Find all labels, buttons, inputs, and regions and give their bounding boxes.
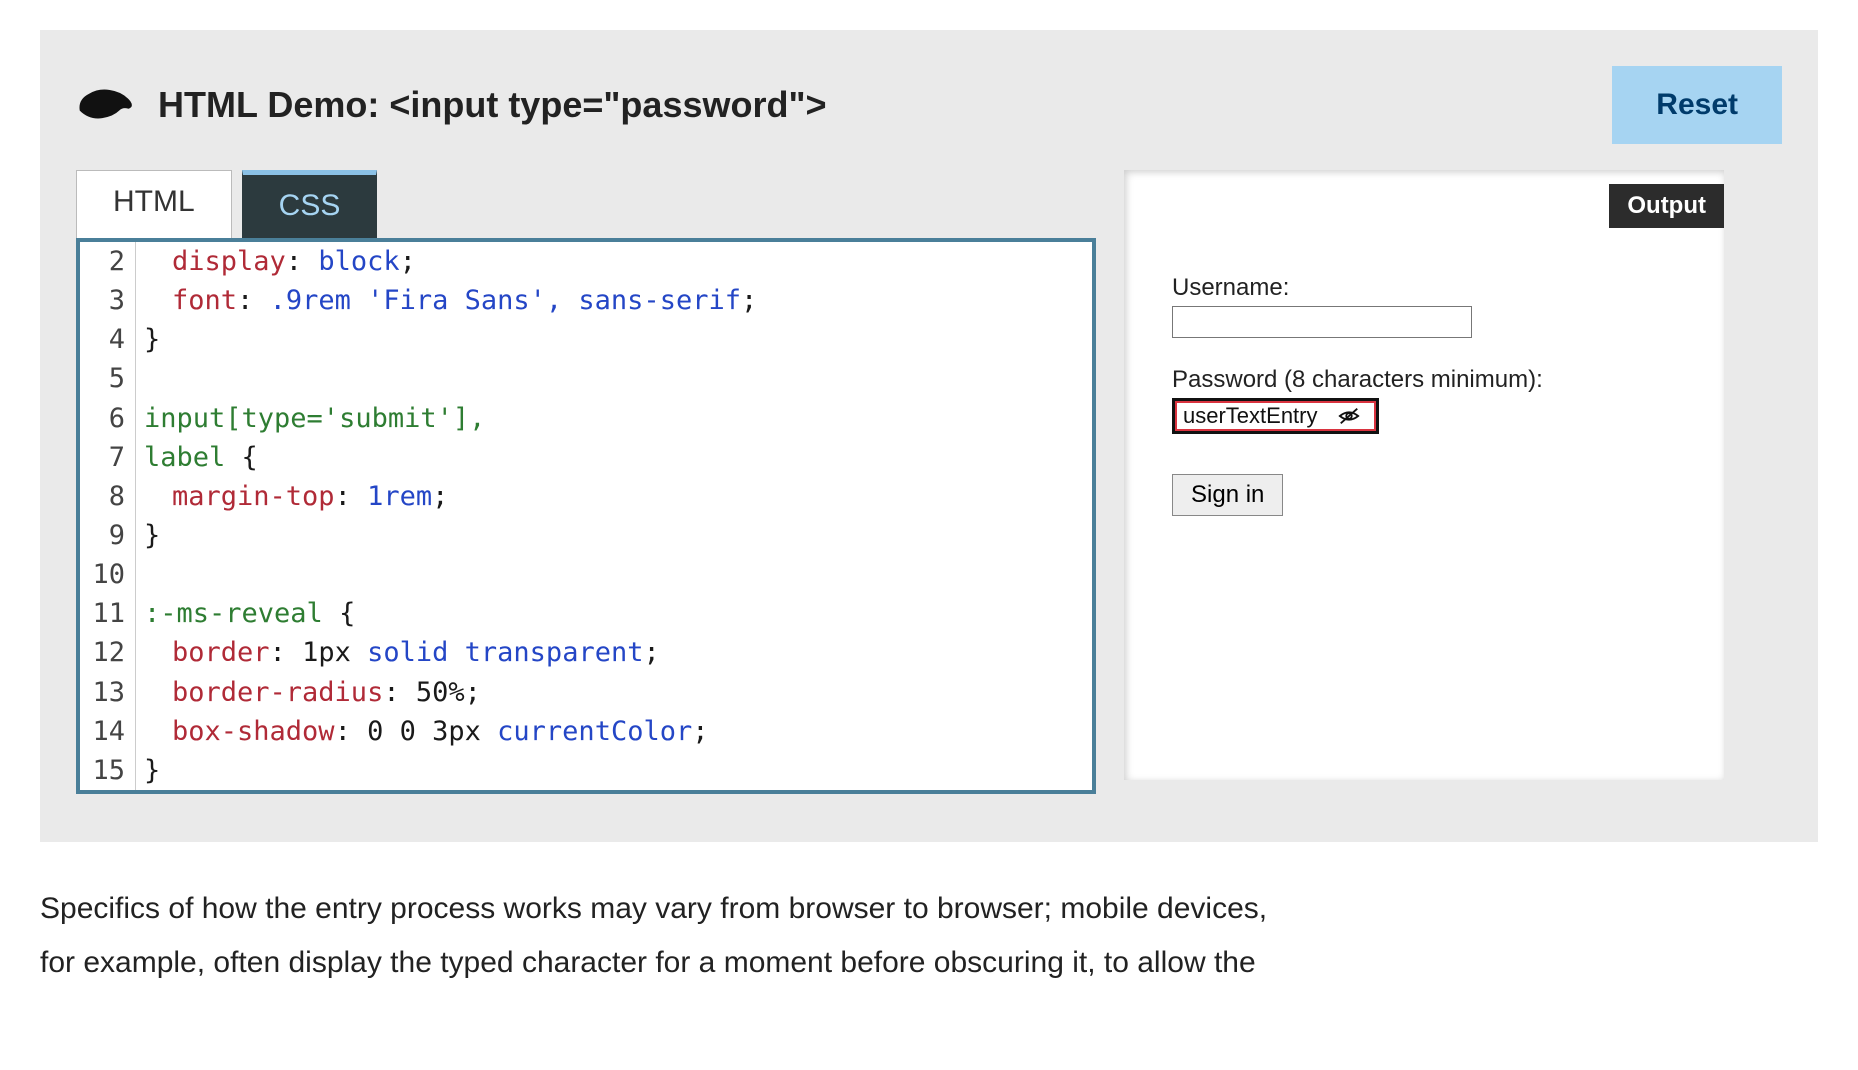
code-editor[interactable]: 2display: block;3font: .9rem 'Fira Sans'… (76, 238, 1096, 794)
password-input[interactable]: userTextEntry (1175, 401, 1324, 431)
code-line[interactable]: 7label { (80, 438, 1092, 477)
article-paragraph: Specifics of how the entry process works… (40, 886, 1280, 933)
code-line[interactable]: 11:-ms-reveal { (80, 594, 1092, 633)
code-content[interactable] (136, 359, 160, 398)
tab-html[interactable]: HTML (76, 170, 232, 238)
code-line[interactable]: 9} (80, 516, 1092, 555)
editor-tabs: HTML CSS (76, 170, 1096, 238)
code-line[interactable]: 8margin-top: 1rem; (80, 477, 1092, 516)
password-input-wrap: userTextEntry (1172, 398, 1379, 434)
line-number: 13 (80, 673, 136, 712)
code-line[interactable]: 10 (80, 555, 1092, 594)
dino-logo-icon (76, 81, 136, 129)
article-text: Specifics of how the entry process works… (40, 886, 1280, 987)
line-number: 3 (80, 281, 136, 320)
line-number: 15 (80, 751, 136, 790)
code-content[interactable]: input[type='submit'], (136, 399, 485, 438)
password-reveal-icon[interactable] (1324, 401, 1376, 431)
code-content[interactable]: } (136, 751, 160, 790)
line-number: 6 (80, 399, 136, 438)
code-line[interactable]: 13border-radius: 50%; (80, 673, 1092, 712)
tab-css[interactable]: CSS (242, 170, 378, 238)
line-number: 14 (80, 712, 136, 751)
code-content[interactable]: display: block; (136, 242, 416, 281)
line-number: 5 (80, 359, 136, 398)
demo-header: HTML Demo: <input type="password"> Reset (76, 66, 1782, 144)
demo-title: HTML Demo: <input type="password"> (158, 84, 827, 126)
line-number: 12 (80, 633, 136, 672)
line-number: 7 (80, 438, 136, 477)
username-input[interactable] (1172, 306, 1472, 338)
code-line[interactable]: 4} (80, 320, 1092, 359)
reset-button[interactable]: Reset (1612, 66, 1782, 144)
code-content[interactable]: label { (136, 438, 258, 477)
line-number: 8 (80, 477, 136, 516)
article-paragraph: for example, often display the typed cha… (40, 940, 1280, 987)
sign-in-button[interactable]: Sign in (1172, 474, 1283, 516)
code-line[interactable]: 12border: 1px solid transparent; (80, 633, 1092, 672)
demo-panel: HTML Demo: <input type="password"> Reset… (40, 30, 1818, 842)
username-label: Username: (1172, 274, 1676, 302)
code-content[interactable]: box-shadow: 0 0 3px currentColor; (136, 712, 709, 751)
code-line[interactable]: 3font: .9rem 'Fira Sans', sans-serif; (80, 281, 1092, 320)
code-content[interactable]: font: .9rem 'Fira Sans', sans-serif; (136, 281, 757, 320)
code-content[interactable]: } (136, 516, 160, 555)
code-content[interactable]: border-radius: 50%; (136, 673, 481, 712)
line-number: 2 (80, 242, 136, 281)
code-line[interactable]: 2display: block; (80, 242, 1092, 281)
line-number: 10 (80, 555, 136, 594)
code-line[interactable]: 5 (80, 359, 1092, 398)
line-number: 4 (80, 320, 136, 359)
code-line[interactable]: 14box-shadow: 0 0 3px currentColor; (80, 712, 1092, 751)
code-content[interactable]: :-ms-reveal { (136, 594, 355, 633)
line-number: 11 (80, 594, 136, 633)
output-preview: Output Username: Password (8 characters … (1124, 170, 1724, 780)
code-content[interactable] (136, 555, 160, 594)
code-content[interactable]: margin-top: 1rem; (136, 477, 448, 516)
code-content[interactable]: } (136, 320, 160, 359)
code-content[interactable]: border: 1px solid transparent; (136, 633, 660, 672)
line-number: 9 (80, 516, 136, 555)
output-badge: Output (1609, 184, 1724, 228)
code-line[interactable]: 15} (80, 751, 1092, 790)
password-label: Password (8 characters minimum): (1172, 366, 1676, 394)
code-line[interactable]: 6input[type='submit'], (80, 399, 1092, 438)
